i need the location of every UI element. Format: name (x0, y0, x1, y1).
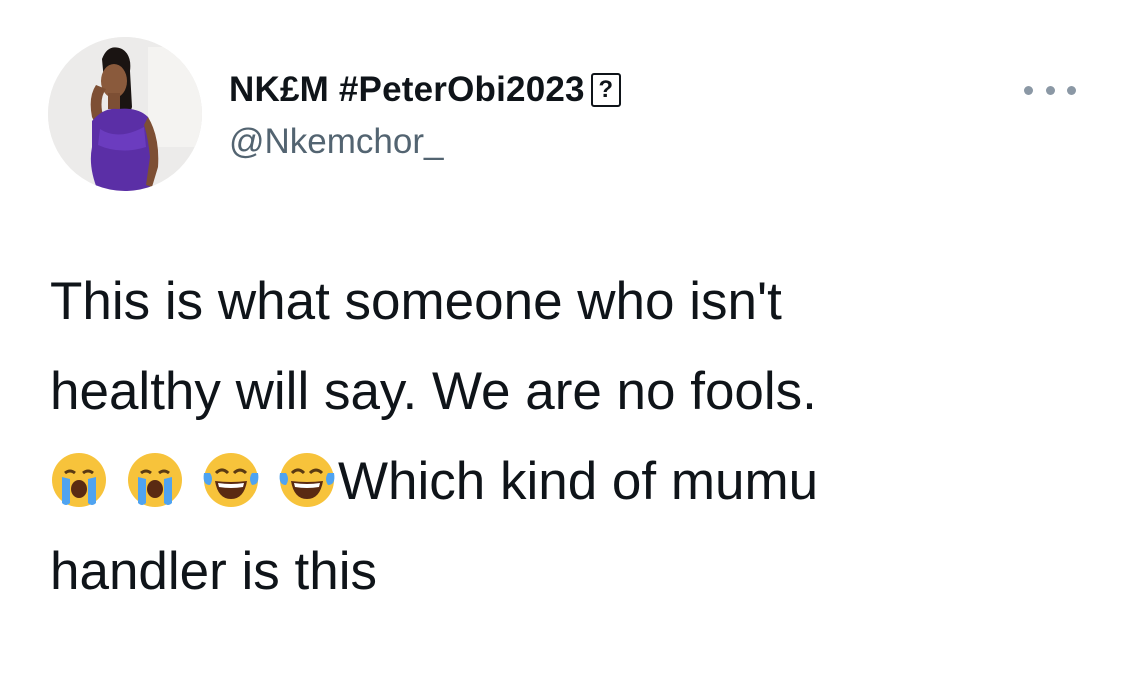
avatar-photo (48, 37, 202, 191)
author-handle[interactable]: @Nkemchor_ (229, 122, 443, 162)
more-options-button[interactable] (1024, 78, 1076, 102)
author-name-row[interactable]: NK£M #PeterObi2023 ? (229, 70, 621, 110)
loudly-crying-face-icon (52, 453, 106, 507)
more-dot-icon (1045, 85, 1055, 95)
tweet-card: NK£M #PeterObi2023 ? @Nkemchor_ This is … (0, 0, 1125, 676)
tweet-text: This is what someone who isn't healthy w… (50, 257, 1090, 617)
tweet-text-line-with-emojis: Which kind of mumu (50, 437, 1090, 527)
more-dot-icon (1024, 85, 1033, 95)
tweet-text-segment: Which kind of mumu (338, 452, 819, 511)
avatar[interactable] (48, 37, 202, 191)
unsupported-glyph-icon: ? (590, 73, 621, 107)
display-name[interactable]: NK£M #PeterObi2023 (229, 70, 585, 110)
face-with-tears-of-joy-icon (279, 453, 335, 507)
more-dot-icon (1067, 85, 1076, 95)
tweet-text-line: This is what someone who isn't (50, 272, 782, 331)
face-with-tears-of-joy-icon (203, 453, 259, 507)
tweet-text-line: handler is this (50, 542, 378, 601)
tweet-text-line: healthy will say. We are no fools. (50, 362, 817, 421)
loudly-crying-face-icon (128, 453, 182, 507)
